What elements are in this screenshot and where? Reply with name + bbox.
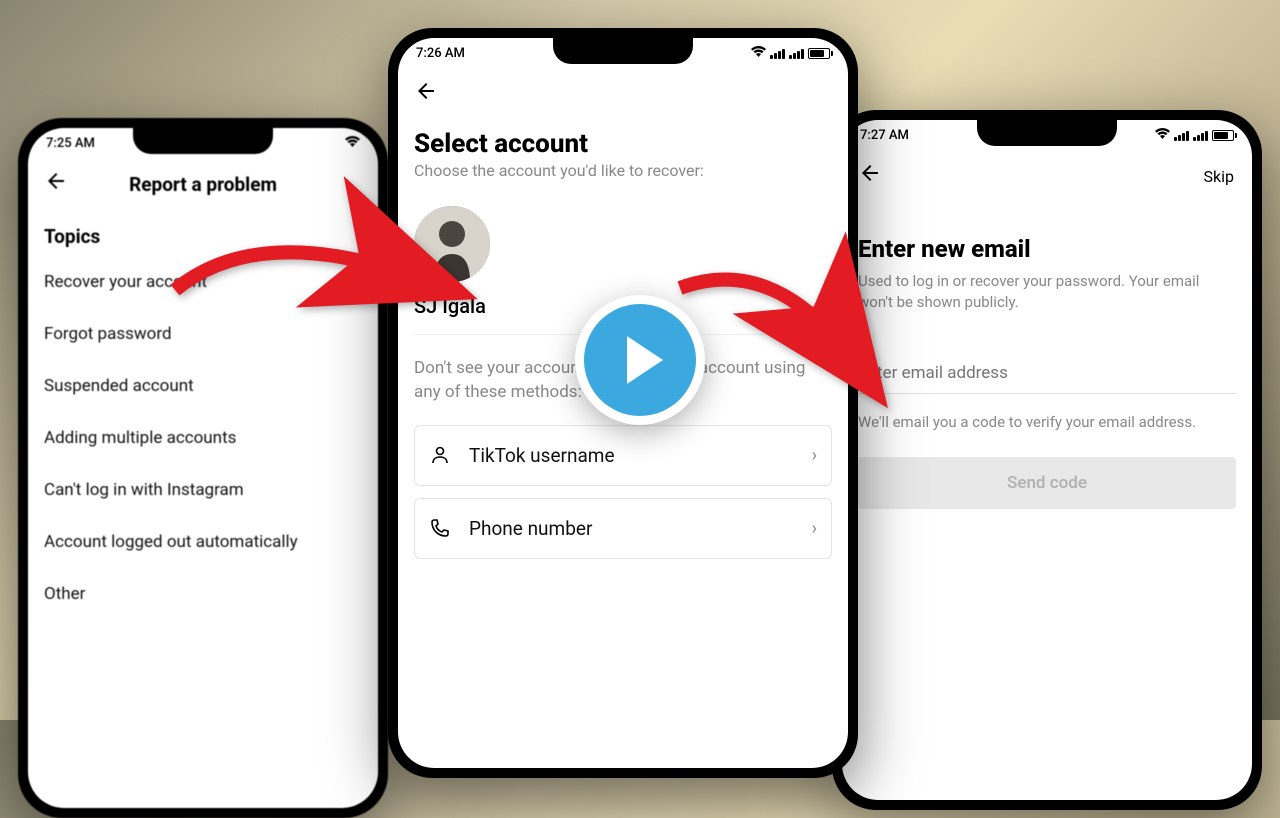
wifi-icon bbox=[1155, 128, 1170, 143]
battery-icon bbox=[1212, 130, 1234, 141]
signal-icon bbox=[770, 49, 785, 59]
topic-multiple-accounts[interactable]: Adding multiple accounts bbox=[44, 412, 362, 464]
status-icons bbox=[1155, 128, 1234, 143]
phone-left: 7:25 AM Report a problem Topics Recover … bbox=[18, 118, 388, 818]
time: 7:26 AM bbox=[416, 46, 465, 61]
chevron-right-icon: › bbox=[812, 518, 817, 539]
page-subtitle: Used to log in or recover your password.… bbox=[858, 271, 1236, 353]
status-icons bbox=[345, 136, 360, 151]
page-title: Report a problem bbox=[129, 173, 277, 196]
status-icons bbox=[751, 46, 830, 61]
header: Report a problem bbox=[28, 155, 378, 213]
topic-forgot-password[interactable]: Forgot password bbox=[44, 308, 362, 360]
phone-right: 7:27 AM Skip Enter new email Used to log… bbox=[832, 110, 1262, 810]
signal-icon bbox=[1174, 131, 1189, 141]
method-label: Phone number bbox=[469, 517, 812, 540]
topic-instagram-login[interactable]: Can't log in with Instagram bbox=[44, 464, 362, 516]
topic-logged-out[interactable]: Account logged out automatically bbox=[44, 516, 362, 568]
signal-icon-2 bbox=[789, 49, 804, 59]
page-title: Enter new email bbox=[858, 205, 1236, 271]
skip-button[interactable]: Skip bbox=[1204, 167, 1234, 186]
back-arrow-icon[interactable] bbox=[858, 161, 882, 191]
send-code-button[interactable]: Send code bbox=[858, 457, 1236, 509]
play-button[interactable] bbox=[575, 295, 705, 425]
back-arrow-icon[interactable] bbox=[414, 79, 438, 109]
verify-note: We'll email you a code to verify your em… bbox=[858, 412, 1236, 457]
topics-heading: Topics bbox=[44, 213, 362, 256]
notch bbox=[553, 38, 693, 64]
wifi-icon bbox=[751, 46, 766, 61]
battery-icon bbox=[808, 48, 830, 59]
topic-recover-account[interactable]: Recover your account bbox=[44, 256, 362, 308]
wifi-icon bbox=[345, 136, 360, 151]
method-username[interactable]: TikTok username › bbox=[414, 425, 832, 486]
play-icon bbox=[627, 336, 663, 384]
time: 7:27 AM bbox=[860, 128, 909, 143]
page-title: Select account bbox=[414, 123, 832, 161]
time: 7:25 AM bbox=[46, 136, 95, 151]
method-label: TikTok username bbox=[469, 444, 812, 467]
notch bbox=[133, 128, 273, 154]
notch bbox=[977, 120, 1117, 146]
avatar bbox=[414, 206, 490, 282]
topic-suspended[interactable]: Suspended account bbox=[44, 360, 362, 412]
page-subtitle: Choose the account you'd like to recover… bbox=[414, 161, 832, 200]
chevron-right-icon: › bbox=[812, 445, 817, 466]
topic-other[interactable]: Other bbox=[44, 568, 362, 620]
phone-icon bbox=[429, 518, 451, 538]
header: Skip bbox=[842, 147, 1252, 205]
signal-icon-2 bbox=[1193, 131, 1208, 141]
email-input[interactable] bbox=[858, 353, 1236, 394]
method-phone[interactable]: Phone number › bbox=[414, 498, 832, 559]
person-icon bbox=[429, 445, 451, 465]
back-arrow-icon[interactable] bbox=[44, 169, 68, 199]
header bbox=[398, 65, 848, 123]
